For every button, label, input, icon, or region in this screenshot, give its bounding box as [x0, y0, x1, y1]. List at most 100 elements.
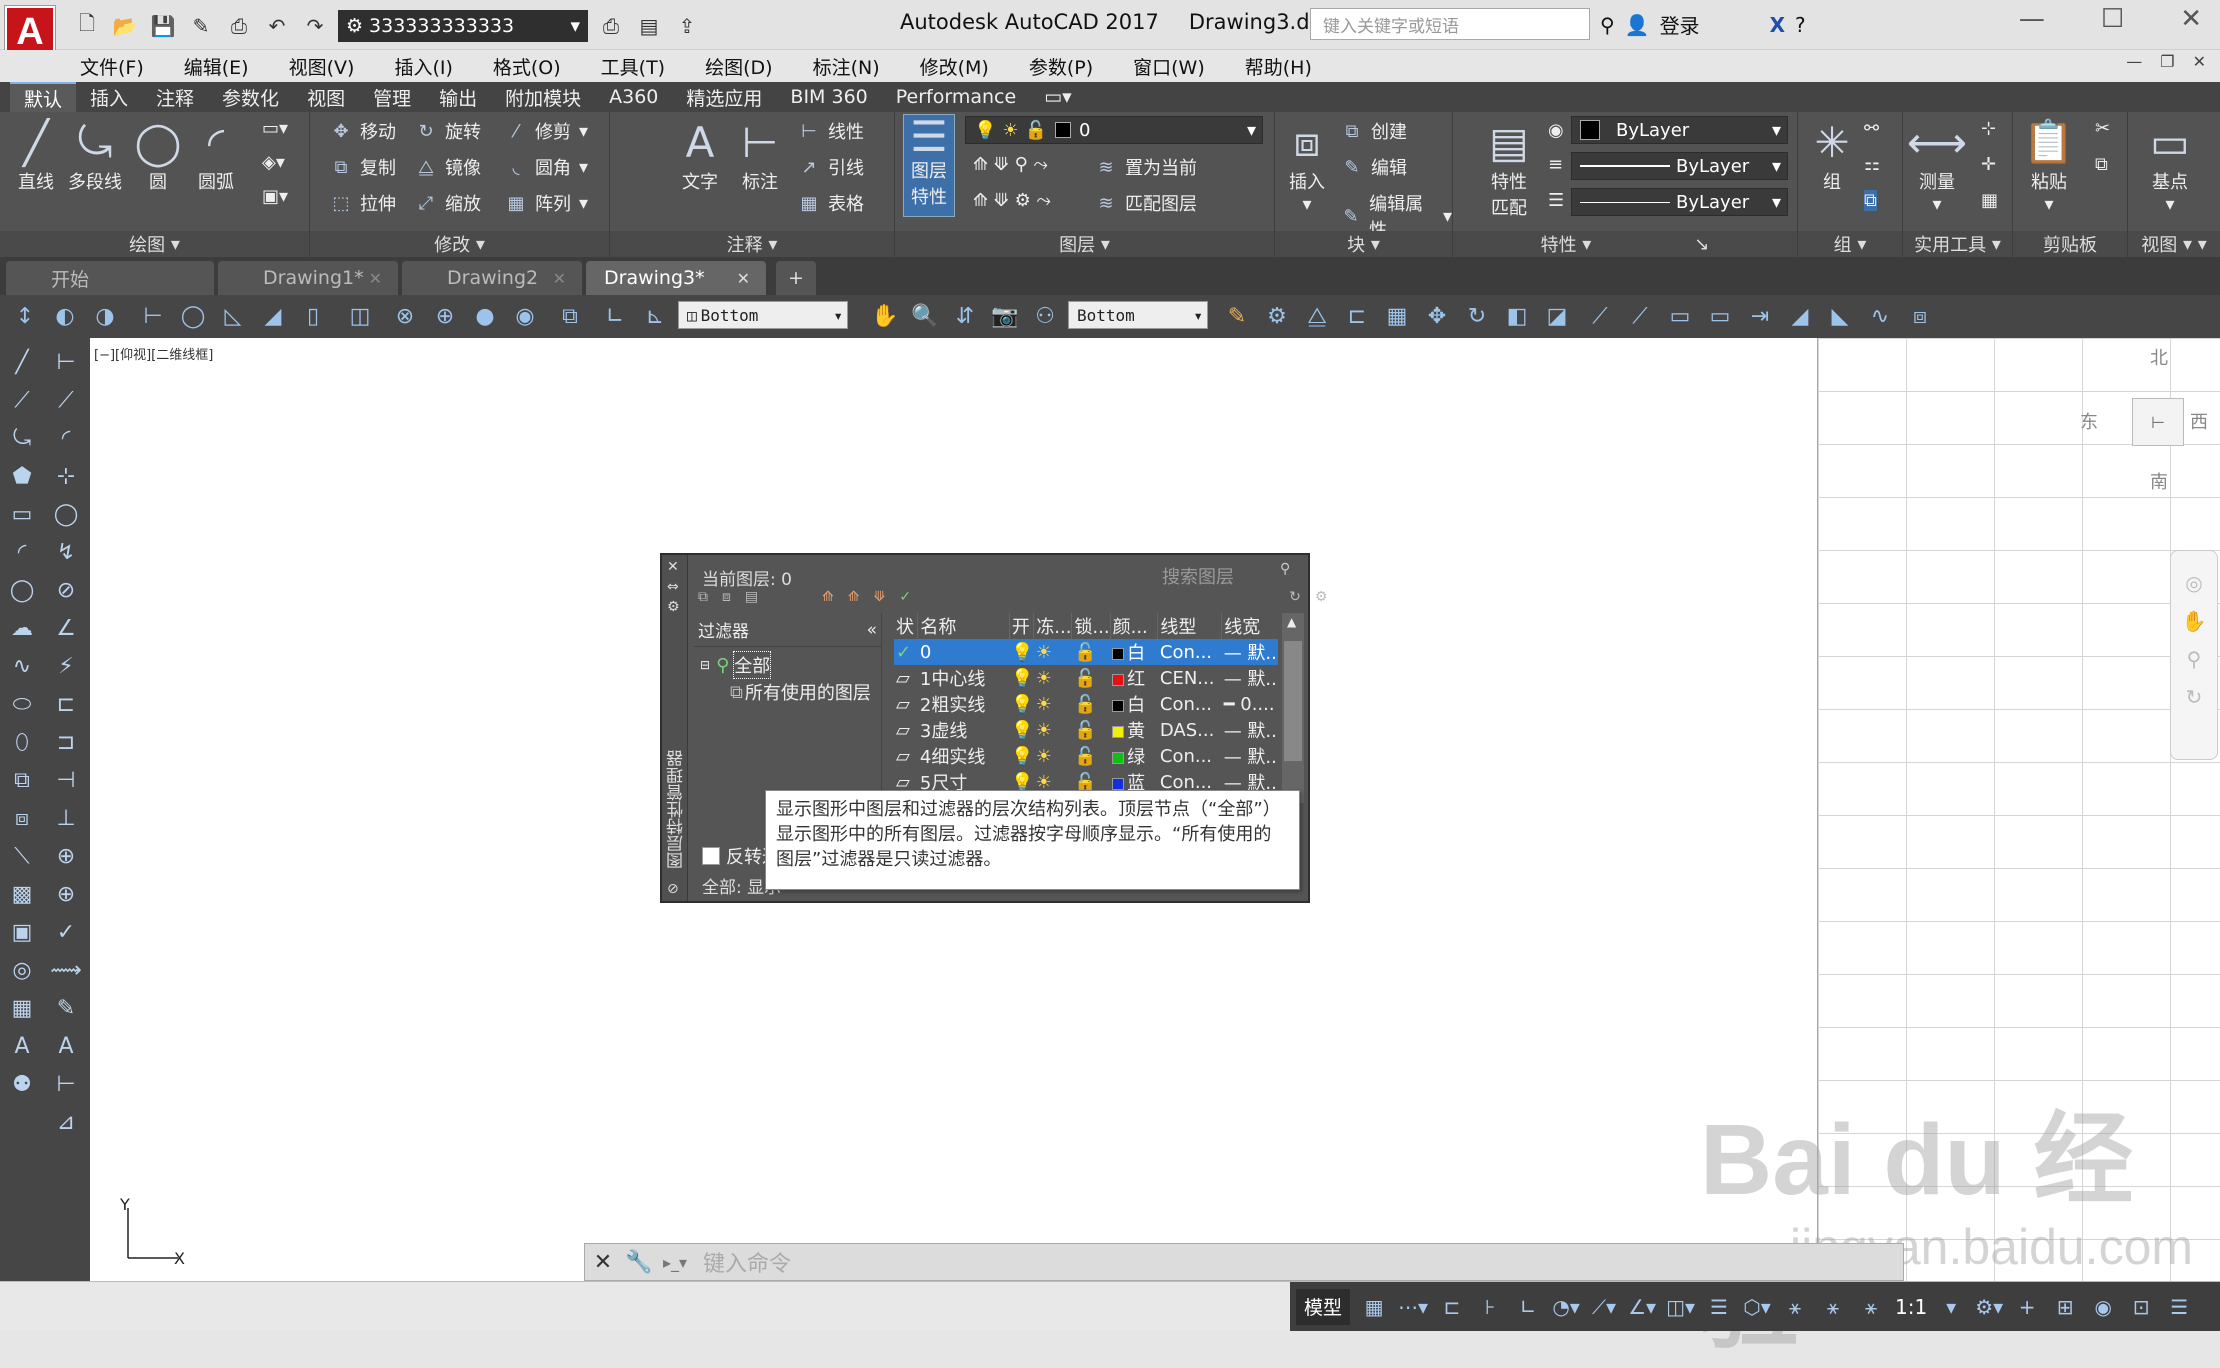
groups-panel-title[interactable]: 组 ▾ — [1798, 231, 1902, 257]
layer-lineweight[interactable]: — 默... — [1222, 665, 1278, 691]
col-freeze[interactable]: 冻... — [1033, 613, 1073, 639]
tab-manage[interactable]: 管理 — [359, 82, 425, 112]
unlock-icon[interactable]: 🔓 — [1072, 665, 1110, 691]
line-button[interactable]: ╱ 直线 — [10, 116, 62, 194]
isolate-objects-icon[interactable]: ◉ — [2089, 1289, 2117, 1325]
gradient-icon[interactable]: ▣ — [6, 916, 38, 948]
menu-format[interactable]: 格式(O) — [493, 53, 561, 80]
plot-icon[interactable]: ⎙ — [596, 11, 626, 41]
filter-node-all[interactable]: ⊟ ⚲ 全部 — [694, 651, 881, 679]
object-snap-tracking-icon[interactable]: ∠▾ — [1628, 1289, 1656, 1325]
pan-icon[interactable]: ✋ — [870, 301, 900, 331]
slope-icon[interactable]: ◢ — [258, 301, 288, 331]
tab-featured-apps[interactable]: 精选应用 — [672, 82, 776, 112]
sun-icon[interactable]: ☀ — [1034, 691, 1072, 717]
layer-color-cell[interactable]: 白 — [1110, 639, 1158, 665]
sun-icon[interactable]: ☀ — [1034, 717, 1072, 743]
checkbox-box[interactable] — [702, 847, 720, 865]
draw-panel-title[interactable]: 绘图 ▾ — [0, 231, 309, 257]
copy-button[interactable]: ⧉ 复制 — [330, 154, 396, 180]
quick-dim-icon[interactable]: ⚡ — [50, 650, 82, 682]
ortho-icon[interactable]: ∟ — [1514, 1289, 1542, 1325]
line-tool-icon[interactable]: ╱ — [6, 346, 38, 378]
paste-button[interactable]: 📋 粘贴 ▾ — [2023, 116, 2075, 215]
3d-array-icon[interactable]: ▦ — [1382, 301, 1412, 331]
calculator-icon[interactable]: ▦ — [1981, 190, 1998, 211]
dim-aligned-icon[interactable]: ⟋ — [1625, 301, 1655, 331]
publish-icon[interactable]: ▤ — [634, 11, 664, 41]
sun-icon[interactable]: ☀ — [1034, 665, 1072, 691]
tree-collapse-icon[interactable]: ⊟ — [700, 658, 710, 672]
sun-icon[interactable]: ☀ — [1034, 743, 1072, 769]
sphere-shaded-icon[interactable]: ● — [470, 301, 500, 331]
layer-row[interactable]: ▱ 2粗实线 💡 ☀ 🔓 白 Con... ━ 0.... — [894, 691, 1278, 717]
group-button[interactable]: ✳ 组 — [1806, 116, 1858, 194]
bulb-icon[interactable]: 💡 — [1009, 691, 1033, 717]
base-view-button[interactable]: ▭ 基点 ▾ — [2144, 116, 2196, 216]
col-on[interactable]: 开 — [1009, 613, 1035, 639]
3d-move2-icon[interactable]: ✥ — [1422, 301, 1452, 331]
tab-view[interactable]: 视图 — [293, 82, 359, 112]
workspace-select[interactable]: ⚙ 333333333333 ▾ — [338, 10, 588, 42]
3d-move-icon[interactable]: ⚙ — [1262, 301, 1292, 331]
tab-parametric[interactable]: 参数化 — [208, 82, 293, 112]
walk-fly-icon[interactable]: ⚇ — [1030, 301, 1060, 331]
dim-jogged-icon[interactable]: ↯ — [50, 536, 82, 568]
region-tool-icon[interactable]: ◎ — [6, 954, 38, 986]
redo-icon[interactable]: ↷ — [300, 11, 330, 41]
dim-baseline-icon[interactable]: ⊏ — [50, 688, 82, 720]
menu-edit[interactable]: 编辑(E) — [184, 53, 249, 80]
section-plane-icon[interactable]: ◪ — [1542, 301, 1572, 331]
layer-row[interactable]: ✓ 0 💡 ☀ 🔓 白 Con... — 默... — [894, 639, 1278, 665]
doc-minimize-icon[interactable]: — — [2126, 52, 2142, 71]
inspect-icon[interactable]: ✓ — [50, 916, 82, 948]
table-button[interactable]: ▦ 表格 — [798, 190, 864, 216]
col-name[interactable]: 名称 — [917, 613, 1010, 639]
menu-file[interactable]: 文件(F) — [80, 53, 144, 80]
center-mark-icon[interactable]: ⊕ — [50, 878, 82, 910]
layer-color-cell[interactable]: 白 — [1110, 691, 1158, 717]
new-icon[interactable]: 🗋 — [72, 11, 102, 41]
tab-insert[interactable]: 插入 — [76, 82, 142, 112]
ellipse-arc-icon[interactable]: ⬯ — [6, 726, 38, 758]
ellipse-icon[interactable]: ⬭ — [6, 688, 38, 720]
tab-default[interactable]: 默认 — [10, 82, 77, 112]
col-lineweight[interactable]: 线宽 — [1221, 613, 1278, 639]
selection-cycling-icon[interactable]: ⬡▾ — [1743, 1289, 1771, 1325]
refresh-icon[interactable]: ↻ — [1289, 589, 1301, 605]
chamfer-icon[interactable]: ◢ — [1785, 301, 1815, 331]
tab-output[interactable]: 输出 — [425, 82, 491, 112]
palette-grip-icon[interactable]: ⊘ — [667, 881, 679, 897]
close-icon[interactable]: ✕ — [553, 269, 566, 288]
dim-linear-tool-icon[interactable]: ⊢ — [50, 346, 82, 378]
leader-button[interactable]: ↗ 引线 — [798, 154, 864, 180]
bulb-icon[interactable]: 💡 — [1009, 717, 1033, 743]
auto-scale-icon[interactable]: ⚹ — [1819, 1289, 1847, 1325]
free-orbit-icon[interactable]: ◑ — [90, 301, 120, 331]
bulb-icon[interactable]: 💡 — [1009, 743, 1033, 769]
menu-parametric[interactable]: 参数(P) — [1029, 53, 1093, 80]
view-panel-title[interactable]: 视图 ▾ ▾ — [2128, 231, 2220, 257]
doc-restore-icon[interactable]: ❐ — [2160, 52, 2174, 71]
3d-rotate-icon[interactable]: ↻ — [1462, 301, 1492, 331]
close-icon[interactable]: ✕ — [369, 269, 382, 288]
stretch-button[interactable]: ⬚ 拉伸 — [330, 190, 396, 216]
layer-name[interactable]: 0 — [917, 639, 1010, 665]
col-lock[interactable]: 锁... — [1071, 613, 1111, 639]
hardware-accel-icon[interactable]: ⊡ — [2127, 1289, 2155, 1325]
menu-dimension[interactable]: 标注(N) — [813, 53, 880, 80]
circle-button[interactable]: ◯ 圆 — [132, 116, 184, 194]
new-tab-button[interactable]: + — [776, 261, 816, 295]
construction-line-icon[interactable]: ⟋ — [6, 384, 38, 416]
zoom-nav-icon[interactable]: ⚲ — [2171, 647, 2217, 671]
layer-name[interactable]: 2粗实线 — [918, 691, 1009, 717]
3d-layer-icon[interactable]: ⧈ — [1905, 301, 1935, 331]
properties-icon[interactable]: ⚙ — [667, 599, 680, 615]
ungroup-icon[interactable]: ⚯ — [1864, 118, 1879, 139]
fillet-edge-icon[interactable]: ◣ — [1825, 301, 1855, 331]
undo-icon[interactable]: ↶ — [262, 11, 292, 41]
collapse-icon[interactable]: « — [867, 620, 877, 640]
dim-aligned-tool-icon[interactable]: ⟋ — [50, 384, 82, 416]
region-icon[interactable]: ▣▾ — [262, 186, 288, 207]
chevron-down-icon[interactable]: ▾ — [1937, 1289, 1965, 1325]
